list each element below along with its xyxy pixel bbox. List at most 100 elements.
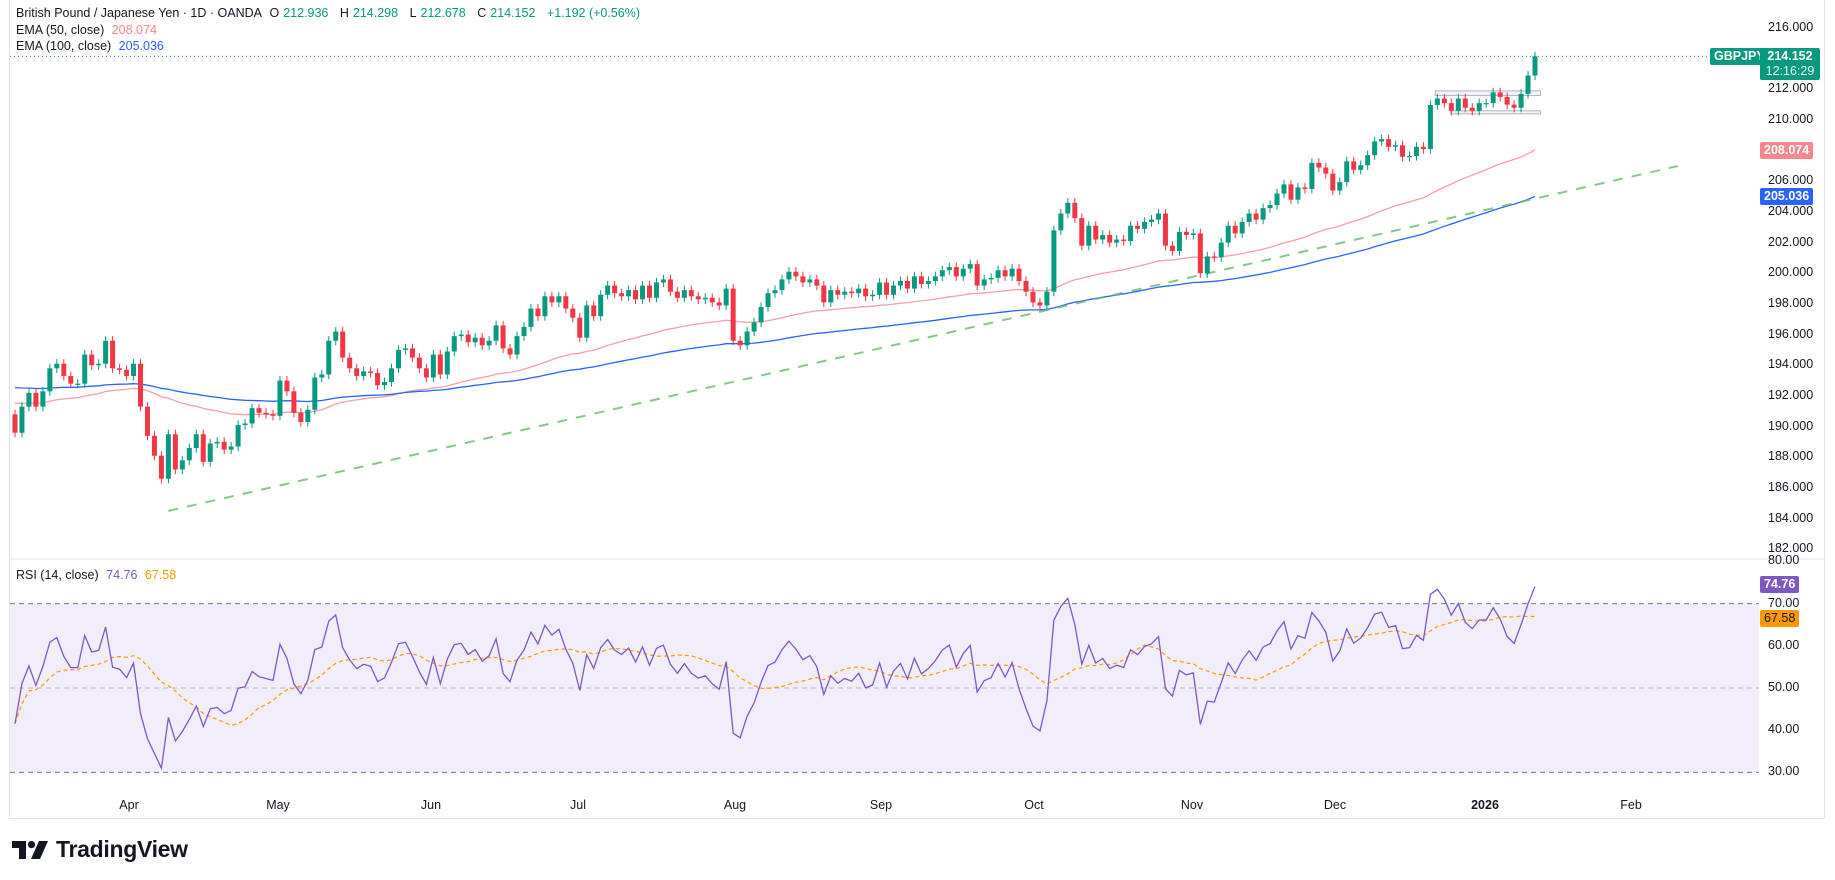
candle — [709, 293, 715, 308]
time-tick-label: Oct — [1024, 798, 1044, 812]
candle-body — [103, 340, 109, 364]
candle — [500, 320, 506, 353]
candle — [368, 366, 374, 378]
candle-body — [660, 279, 666, 283]
candle-body — [891, 285, 897, 295]
candle — [221, 437, 227, 455]
candle — [1344, 156, 1350, 187]
tradingview-logo[interactable]: TradingView — [12, 836, 188, 863]
candle — [270, 409, 276, 421]
candle — [103, 336, 109, 369]
candle-body — [932, 276, 938, 281]
candle-body — [82, 354, 88, 384]
candle — [1051, 225, 1057, 297]
ema50-legend[interactable]: EMA (50, close) 208.074 — [16, 23, 161, 37]
candle — [1086, 221, 1092, 251]
candle-body — [375, 372, 381, 386]
candle — [1358, 160, 1364, 175]
chart-canvas[interactable] — [0, 0, 1835, 880]
price-tick-label: 194.000 — [1768, 357, 1814, 372]
candle-body — [54, 363, 60, 369]
ohlc-close: C 214.152 — [477, 6, 536, 20]
candle — [305, 405, 311, 427]
candle-body — [1281, 184, 1287, 194]
candle — [549, 291, 555, 308]
candle — [68, 371, 74, 389]
candle — [158, 451, 164, 484]
candle — [402, 343, 408, 355]
candle — [870, 290, 876, 301]
candle — [89, 349, 95, 370]
candle — [730, 284, 736, 346]
candle — [1365, 150, 1371, 170]
candle — [465, 330, 471, 347]
candle — [284, 375, 290, 396]
ema100-value: 205.036 — [118, 39, 164, 53]
candle — [242, 418, 248, 430]
candle — [1093, 221, 1099, 245]
rsi-legend[interactable]: RSI (14, close) 74.76 67.58 — [16, 568, 180, 582]
candle-body — [263, 412, 269, 415]
range-box — [1434, 90, 1542, 96]
rsi-tick-label: 80.00 — [1768, 553, 1800, 568]
candle — [326, 336, 332, 380]
candle-body — [1211, 256, 1217, 258]
candle-body — [605, 285, 611, 295]
candle — [695, 291, 701, 304]
candle-body — [814, 279, 820, 286]
candle-body — [939, 270, 945, 277]
candle-body — [291, 391, 297, 413]
price-pane — [10, 51, 1760, 512]
candle — [807, 274, 813, 288]
candle — [47, 363, 53, 396]
time-tick-label: Jul — [570, 798, 586, 812]
candle-body — [640, 285, 646, 300]
candle-body — [1114, 239, 1120, 243]
candle-body — [1532, 56, 1538, 76]
range-box — [1450, 110, 1542, 115]
candle-body — [193, 434, 199, 449]
candle-body — [758, 307, 764, 323]
candle — [891, 280, 897, 300]
candle-body — [26, 392, 32, 407]
candle-body — [1288, 184, 1294, 200]
candle — [144, 402, 150, 441]
candle-body — [1009, 268, 1015, 277]
candle-body — [793, 271, 799, 277]
candle-body — [1386, 139, 1392, 147]
candle — [1274, 188, 1280, 210]
candle-body — [877, 282, 883, 295]
candle-body — [1490, 92, 1496, 104]
candle-body — [1504, 96, 1510, 105]
ohlc-high: H 214.298 — [339, 6, 399, 20]
candle — [361, 366, 367, 381]
candle — [1323, 162, 1329, 179]
candle — [277, 375, 283, 421]
candle — [723, 284, 729, 311]
candle-body — [786, 271, 792, 280]
candle-body — [556, 296, 562, 303]
symbol-name[interactable]: British Pound / Japanese Yen · 1D · OAND… — [16, 6, 262, 20]
candle — [12, 409, 18, 438]
candle-body — [633, 290, 639, 300]
candle — [186, 443, 192, 465]
candle — [1121, 234, 1127, 246]
candle — [138, 359, 144, 412]
candle — [653, 277, 659, 303]
candle — [688, 285, 694, 301]
candle-body — [416, 357, 422, 369]
candle — [786, 267, 792, 285]
candle — [1260, 203, 1266, 225]
candle-body — [158, 455, 164, 479]
candle — [988, 273, 994, 285]
candle-body — [1406, 156, 1412, 158]
ema100-legend[interactable]: EMA (100, close) 205.036 — [16, 39, 168, 53]
candle-body — [1162, 213, 1168, 246]
candle — [451, 331, 457, 357]
candle — [26, 388, 32, 412]
candle-body — [179, 460, 185, 470]
candle-body — [1365, 155, 1371, 166]
candle-body — [1016, 268, 1022, 281]
candle — [291, 386, 297, 418]
candle — [423, 363, 429, 383]
